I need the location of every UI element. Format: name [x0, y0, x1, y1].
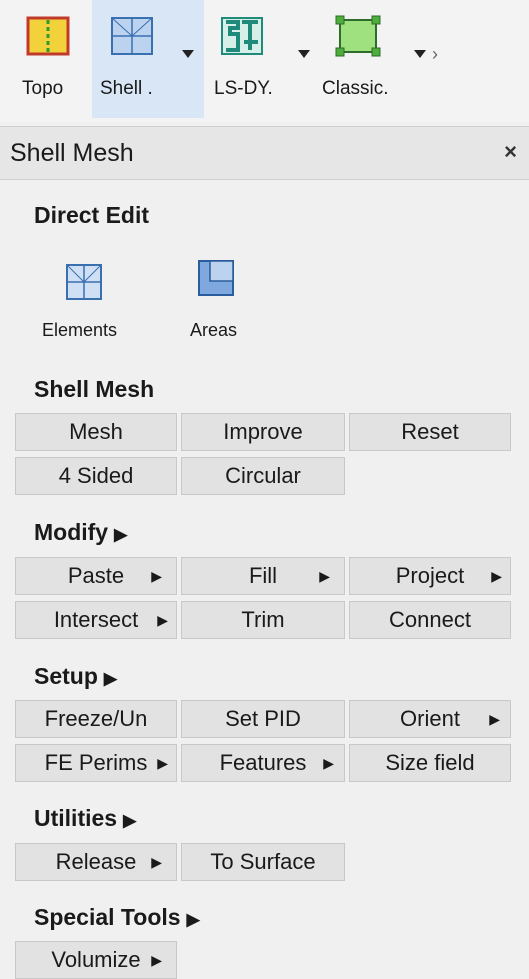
fill-button[interactable]: Fill ▶ [181, 557, 345, 595]
orient-submenu-icon: ▶ [489, 711, 500, 727]
elements-label[interactable]: Elements [42, 320, 117, 341]
panel-title: Shell Mesh [10, 139, 134, 167]
volumize-button[interactable]: Volumize ▶ [15, 941, 177, 979]
shell-dropdown-icon[interactable] [182, 50, 194, 58]
paste-submenu-icon: ▶ [151, 568, 162, 584]
modify-label: Modify [34, 519, 109, 545]
reset-button[interactable]: Reset [349, 413, 511, 451]
elements-icon[interactable] [64, 262, 104, 302]
fe-perims-label: FE Perims [44, 750, 148, 775]
toolbar: Topo Shell . LS-DY. Classic. › [0, 0, 529, 122]
orient-label: Orient [400, 706, 460, 731]
tab-classic-label: Classic. [322, 78, 389, 99]
panel-header: Shell Mesh × [0, 126, 529, 180]
classic-icon [335, 15, 381, 57]
volumize-label: Volumize [51, 947, 141, 972]
setup-label: Setup [34, 663, 98, 689]
volumize-submenu-icon: ▶ [151, 952, 162, 968]
project-label: Project [395, 563, 465, 588]
fill-submenu-icon: ▶ [319, 568, 330, 584]
special-tools-label: Special Tools [34, 904, 181, 930]
shell-mesh-icon [111, 17, 153, 55]
tab-shell[interactable]: Shell . [92, 0, 204, 118]
circular-button[interactable]: Circular [181, 457, 345, 495]
section-utilities[interactable]: Utilities ▶ [34, 805, 136, 832]
fe-perims-button[interactable]: FE Perims ▶ [15, 744, 177, 782]
section-shell-mesh: Shell Mesh [34, 376, 155, 402]
tab-topo-label: Topo [22, 78, 64, 99]
tab-topo[interactable]: Topo [14, 0, 80, 118]
features-label: Features [219, 750, 307, 775]
project-button[interactable]: Project ▶ [349, 557, 511, 595]
to-surface-button[interactable]: To Surface [181, 843, 345, 881]
special-tools-expand-icon: ▶ [186, 910, 200, 929]
toolbar-more-icon[interactable]: › [432, 44, 438, 65]
section-special-tools[interactable]: Special Tools ▶ [34, 904, 200, 931]
release-submenu-icon: ▶ [151, 854, 162, 870]
trim-button[interactable]: Trim [181, 601, 345, 639]
improve-button[interactable]: Improve [181, 413, 345, 451]
release-button[interactable]: Release ▶ [15, 843, 177, 881]
lsdyna-icon [221, 17, 263, 55]
tab-lsdyna[interactable]: LS-DY. [210, 0, 320, 118]
intersect-button[interactable]: Intersect ▶ [15, 601, 177, 639]
section-modify[interactable]: Modify ▶ [34, 519, 127, 546]
section-direct-edit: Direct Edit [34, 202, 150, 228]
utilities-expand-icon: ▶ [123, 811, 137, 830]
fill-label: Fill [248, 563, 278, 588]
tab-shell-label: Shell . [100, 78, 153, 99]
size-field-button[interactable]: Size field [349, 744, 511, 782]
mesh-button[interactable]: Mesh [15, 413, 177, 451]
topo-icon [26, 16, 70, 56]
areas-label[interactable]: Areas [190, 320, 237, 341]
paste-label: Paste [67, 563, 125, 588]
orient-button[interactable]: Orient ▶ [349, 700, 511, 738]
areas-icon[interactable] [196, 258, 236, 298]
modify-expand-icon: ▶ [114, 525, 128, 544]
4-sided-button[interactable]: 4 Sided [15, 457, 177, 495]
utilities-label: Utilities [34, 805, 118, 831]
features-submenu-icon: ▶ [323, 755, 334, 771]
paste-button[interactable]: Paste ▶ [15, 557, 177, 595]
fe-perims-submenu-icon: ▶ [157, 755, 168, 771]
intersect-submenu-icon: ▶ [157, 612, 168, 628]
freeze-un-button[interactable]: Freeze/Un [15, 700, 177, 738]
set-pid-button[interactable]: Set PID [181, 700, 345, 738]
project-submenu-icon: ▶ [491, 568, 502, 584]
section-setup[interactable]: Setup ▶ [34, 663, 117, 690]
intersect-label: Intersect [53, 607, 139, 632]
close-icon[interactable]: × [504, 139, 517, 165]
tab-classic[interactable]: Classic. [322, 0, 432, 118]
connect-button[interactable]: Connect [349, 601, 511, 639]
setup-expand-icon: ▶ [103, 669, 117, 688]
classic-dropdown-icon[interactable] [414, 50, 426, 58]
features-button[interactable]: Features ▶ [181, 744, 345, 782]
lsdyna-dropdown-icon[interactable] [298, 50, 310, 58]
tab-lsdyna-label: LS-DY. [214, 78, 273, 99]
release-label: Release [55, 849, 137, 874]
